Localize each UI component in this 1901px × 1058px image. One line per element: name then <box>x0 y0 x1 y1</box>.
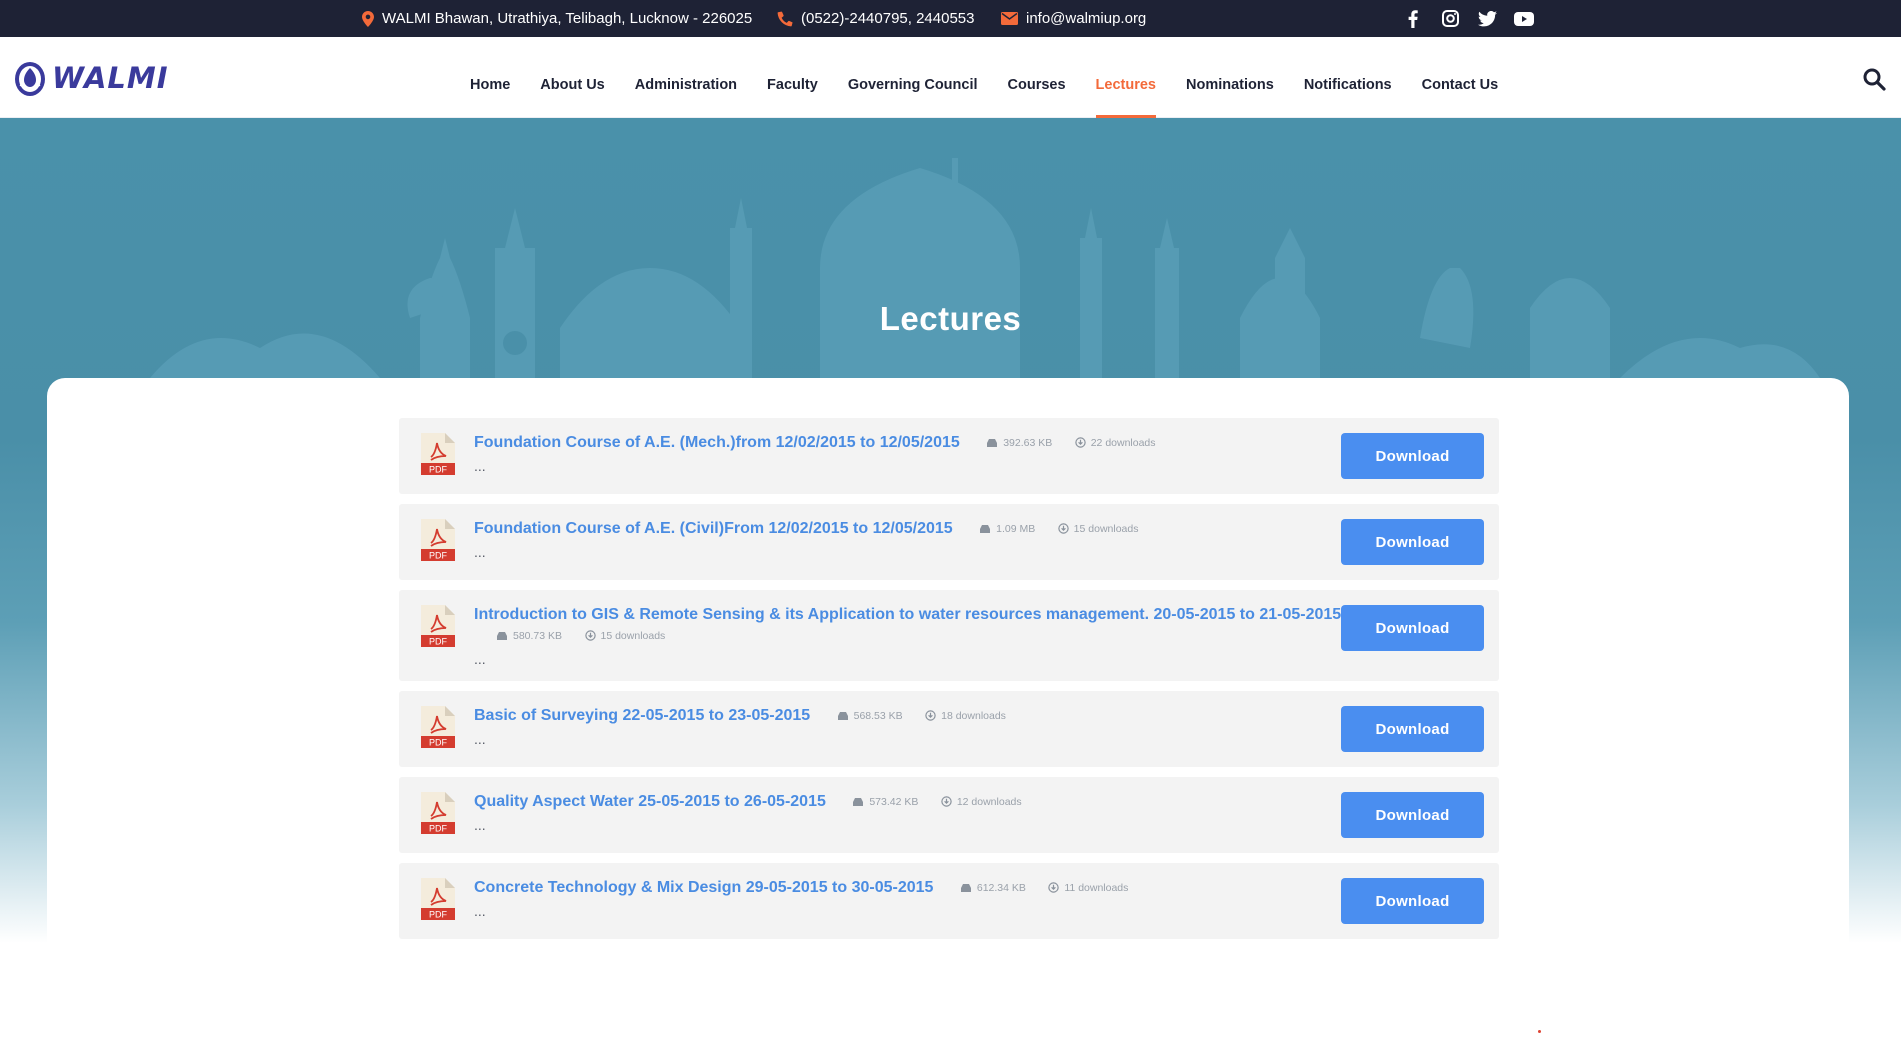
nav-item-courses[interactable]: Courses <box>1008 37 1066 118</box>
lecture-excerpt: ... <box>474 651 486 667</box>
download-circle-icon <box>1075 437 1086 448</box>
twitter-icon[interactable] <box>1477 9 1497 29</box>
pdf-file-icon: PDF <box>421 433 455 475</box>
lecture-title-link[interactable]: Foundation Course of A.E. (Civil)From 12… <box>474 520 953 537</box>
phone-text: (0522)-2440795, 2440553 <box>801 10 975 27</box>
pdf-file-icon: PDF <box>421 605 455 647</box>
phone-icon <box>777 11 793 27</box>
lecture-item: PDF Foundation Course of A.E. (Civil)Fro… <box>399 504 1499 580</box>
lecture-item: PDF Foundation Course of A.E. (Mech.)fro… <box>399 418 1499 494</box>
svg-text:PDF: PDF <box>429 637 448 647</box>
site-header: WALMI Home About Us Administration Facul… <box>0 37 1901 118</box>
download-button[interactable]: Download <box>1341 878 1484 924</box>
nav-item-nominations[interactable]: Nominations <box>1186 37 1274 118</box>
pdf-file-icon: PDF <box>421 792 455 834</box>
file-size: 573.42 KB <box>852 796 918 808</box>
svg-text:PDF: PDF <box>429 824 448 834</box>
download-circle-icon <box>925 710 936 721</box>
phone-info: (0522)-2440795, 2440553 <box>777 0 974 37</box>
file-size: 580.73 KB <box>496 630 562 642</box>
pdf-file-icon: PDF <box>421 519 455 561</box>
nav-item-faculty[interactable]: Faculty <box>767 37 818 118</box>
download-count: 22 downloads <box>1075 437 1156 449</box>
download-count: 11 downloads <box>1048 882 1128 894</box>
envelope-icon <box>1001 12 1018 25</box>
file-size: 612.34 KB <box>960 882 1026 894</box>
download-circle-icon <box>941 796 952 807</box>
hard-drive-icon <box>960 883 972 892</box>
email-link[interactable]: info@walmiup.org <box>1026 10 1146 27</box>
address-info: WALMI Bhawan, Utrathiya, Telibagh, Luckn… <box>362 0 752 37</box>
svg-text:PDF: PDF <box>429 465 448 475</box>
hard-drive-icon <box>496 631 508 640</box>
lecture-item: PDF Quality Aspect Water 25-05-2015 to 2… <box>399 777 1499 853</box>
nav-item-governing-council[interactable]: Governing Council <box>848 37 978 118</box>
download-count: 18 downloads <box>925 710 1006 722</box>
pdf-file-icon: PDF <box>421 706 455 748</box>
address-text: WALMI Bhawan, Utrathiya, Telibagh, Luckn… <box>382 10 753 27</box>
lecture-title-link[interactable]: Introduction to GIS & Remote Sensing & i… <box>474 606 1341 623</box>
download-circle-icon <box>1048 882 1060 893</box>
nav-item-about-us[interactable]: About Us <box>540 37 604 118</box>
lecture-excerpt: ... <box>474 903 486 919</box>
page-title: Lectures <box>879 300 1022 337</box>
download-button[interactable]: Download <box>1341 706 1484 752</box>
lecture-title-link[interactable]: Quality Aspect Water 25-05-2015 to 26-05… <box>474 793 826 810</box>
lecture-item: PDF Concrete Technology & Mix Design 29-… <box>399 863 1499 939</box>
instagram-icon[interactable] <box>1440 9 1460 29</box>
download-button[interactable]: Download <box>1341 433 1484 479</box>
pdf-file-icon: PDF <box>421 878 455 920</box>
nav-item-home[interactable]: Home <box>470 37 510 118</box>
svg-text:PDF: PDF <box>429 738 448 748</box>
content-card: PDF Foundation Course of A.E. (Mech.)fro… <box>47 378 1849 1058</box>
lecture-title-link[interactable]: Foundation Course of A.E. (Mech.)from 12… <box>474 434 960 451</box>
lucknow-skyline-illustration <box>150 158 1820 378</box>
map-pin-icon <box>362 10 374 27</box>
svg-text:PDF: PDF <box>429 551 448 561</box>
nav-item-lectures[interactable]: Lectures <box>1095 37 1157 118</box>
lecture-title-link[interactable]: Concrete Technology & Mix Design 29-05-2… <box>474 879 933 896</box>
lecture-excerpt: ... <box>474 817 486 833</box>
file-size: 392.63 KB <box>986 437 1052 449</box>
email-info[interactable]: info@walmiup.org <box>1001 0 1146 37</box>
lecture-item: PDF Introduction to GIS & Remote Sensing… <box>399 590 1499 681</box>
download-button[interactable]: Download <box>1341 519 1484 565</box>
download-button[interactable]: Download <box>1341 792 1484 838</box>
file-size: 568.53 KB <box>837 710 903 722</box>
lecture-item: PDF Basic of Surveying 22-05-2015 to 23-… <box>399 691 1499 767</box>
nav-item-administration[interactable]: Administration <box>635 37 737 118</box>
search-icon <box>1863 68 1886 91</box>
logo-text: WALMI <box>52 61 169 95</box>
download-button[interactable]: Download <box>1341 605 1484 651</box>
lecture-title-link[interactable]: Basic of Surveying 22-05-2015 to 23-05-2… <box>474 707 810 724</box>
site-logo[interactable]: WALMI <box>14 59 169 97</box>
download-circle-icon <box>584 630 596 641</box>
download-circle-icon <box>1057 523 1069 534</box>
social-links <box>1403 0 1551 37</box>
download-count: 15 downloads <box>1057 523 1138 535</box>
lecture-excerpt: ... <box>474 458 486 474</box>
hard-drive-icon <box>852 797 864 806</box>
search-button[interactable] <box>1862 67 1886 91</box>
walmi-emblem-icon <box>15 62 45 96</box>
hard-drive-icon <box>986 438 998 447</box>
hard-drive-icon <box>837 711 849 720</box>
nav-item-contact-us[interactable]: Contact Us <box>1422 37 1499 118</box>
top-info-bar: WALMI Bhawan, Utrathiya, Telibagh, Luckn… <box>0 0 1901 37</box>
hard-drive-icon <box>979 524 991 533</box>
download-count: 15 downloads <box>584 630 665 642</box>
decorative-dot <box>1538 1030 1541 1033</box>
svg-text:PDF: PDF <box>429 910 448 920</box>
nav-item-notifications[interactable]: Notifications <box>1304 37 1392 118</box>
lecture-excerpt: ... <box>474 731 486 747</box>
lecture-excerpt: ... <box>474 544 486 560</box>
download-count: 12 downloads <box>941 796 1022 808</box>
file-size: 1.09 MB <box>979 523 1035 535</box>
main-navigation: Home About Us Administration Faculty Gov… <box>470 37 1528 118</box>
youtube-icon[interactable] <box>1514 9 1534 29</box>
facebook-icon[interactable] <box>1403 9 1423 29</box>
